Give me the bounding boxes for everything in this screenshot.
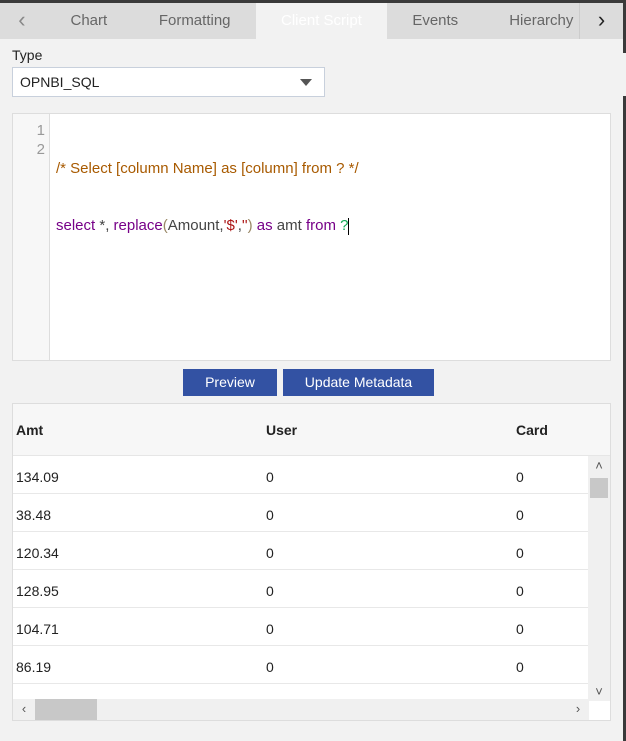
chevron-right-icon[interactable]: ›: [579, 3, 623, 39]
table-cell: 0: [266, 621, 274, 637]
scrollbar-thumb[interactable]: [590, 478, 608, 498]
table-cell: 0: [266, 583, 274, 599]
table-row[interactable]: 38.48 0 0: [13, 494, 589, 532]
column-header-card[interactable]: Card: [516, 422, 548, 438]
code-line-2: select *, replace(Amount,'$','') as amt …: [56, 216, 359, 235]
code-content[interactable]: /* Select [column Name] as [column] from…: [56, 121, 359, 273]
column-header-amt[interactable]: Amt: [16, 422, 43, 438]
table-cell: 0: [266, 507, 274, 523]
table-cell: 0: [516, 621, 524, 637]
table-cell: 0: [516, 583, 524, 599]
code-editor[interactable]: 1 2 /* Select [column Name] as [column] …: [12, 113, 611, 361]
column-header-user[interactable]: User: [266, 422, 297, 438]
table-row[interactable]: 120.34 0 0: [13, 532, 589, 570]
tab-bar: ‹ Chart Formatting Client Script Events …: [0, 3, 623, 39]
preview-button[interactable]: Preview: [183, 369, 277, 396]
tab-chart[interactable]: Chart: [44, 3, 134, 39]
tok: as: [252, 217, 273, 234]
chevron-right-icon[interactable]: ›: [567, 701, 589, 716]
caret-down-icon: [300, 79, 312, 86]
tok: Amount,: [167, 217, 224, 234]
table-cell: 0: [516, 545, 524, 561]
table-row[interactable]: 86.19 0 0: [13, 646, 589, 684]
table-cell: 0: [516, 659, 524, 675]
tok: '$': [223, 217, 238, 234]
update-metadata-button[interactable]: Update Metadata: [283, 369, 434, 396]
tab-formatting[interactable]: Formatting: [134, 3, 256, 39]
table-cell: 0: [266, 659, 274, 675]
vertical-scrollbar[interactable]: ˄ ˅: [588, 456, 610, 701]
code-line-1: /* Select [column Name] as [column] from…: [56, 160, 359, 177]
table-cell: 0: [266, 469, 274, 485]
line-number: 1: [36, 122, 45, 139]
chevron-down-icon[interactable]: ˅: [588, 684, 610, 699]
table-cell: 0: [516, 507, 524, 523]
type-select[interactable]: OPNBI_SQL: [12, 67, 325, 97]
grid-header: Amt User Card: [13, 404, 610, 456]
tab-hierarchy[interactable]: Hierarchy: [483, 3, 579, 39]
line-number: 2: [36, 141, 45, 158]
text-cursor: [348, 217, 350, 235]
tok: *,: [95, 217, 114, 234]
table-cell: 86.19: [16, 659, 52, 675]
grid-body: 134.09 0 0 38.48 0 0 120.34 0 0 128.95 0 0 104.71 0 0 8…: [13, 456, 589, 701]
tok: ?: [335, 217, 349, 234]
tok: from: [305, 217, 336, 234]
table-cell: 120.34: [16, 545, 59, 561]
line-number-gutter: 1 2: [13, 114, 50, 360]
chevron-left-icon[interactable]: ‹: [13, 701, 35, 716]
tok: amt: [272, 217, 306, 234]
table-row[interactable]: 128.95 0 0: [13, 570, 589, 608]
table-row[interactable]: 104.71 0 0: [13, 608, 589, 646]
horizontal-scrollbar[interactable]: ‹ ›: [13, 699, 589, 720]
table-cell: 0: [266, 545, 274, 561]
preview-grid: Amt User Card 134.09 0 0 38.48 0 0 120.34 0 0 128…: [12, 403, 611, 721]
chevron-up-icon[interactable]: ˄: [588, 458, 610, 473]
tab-client-script[interactable]: Client Script: [255, 3, 388, 39]
tab-events[interactable]: Events: [387, 3, 483, 39]
scrollbar-thumb[interactable]: [35, 699, 97, 720]
type-label: Type: [12, 47, 43, 63]
tok: select: [56, 217, 96, 234]
table-cell: 0: [516, 469, 524, 485]
type-select-value: OPNBI_SQL: [20, 74, 100, 90]
table-cell: 134.09: [16, 469, 59, 485]
table-cell: 38.48: [16, 507, 52, 523]
table-cell: 104.71: [16, 621, 59, 637]
table-row[interactable]: 134.09 0 0: [13, 456, 589, 494]
chevron-left-icon[interactable]: ‹: [0, 3, 44, 39]
table-cell: 128.95: [16, 583, 59, 599]
tok: replace: [113, 217, 163, 234]
